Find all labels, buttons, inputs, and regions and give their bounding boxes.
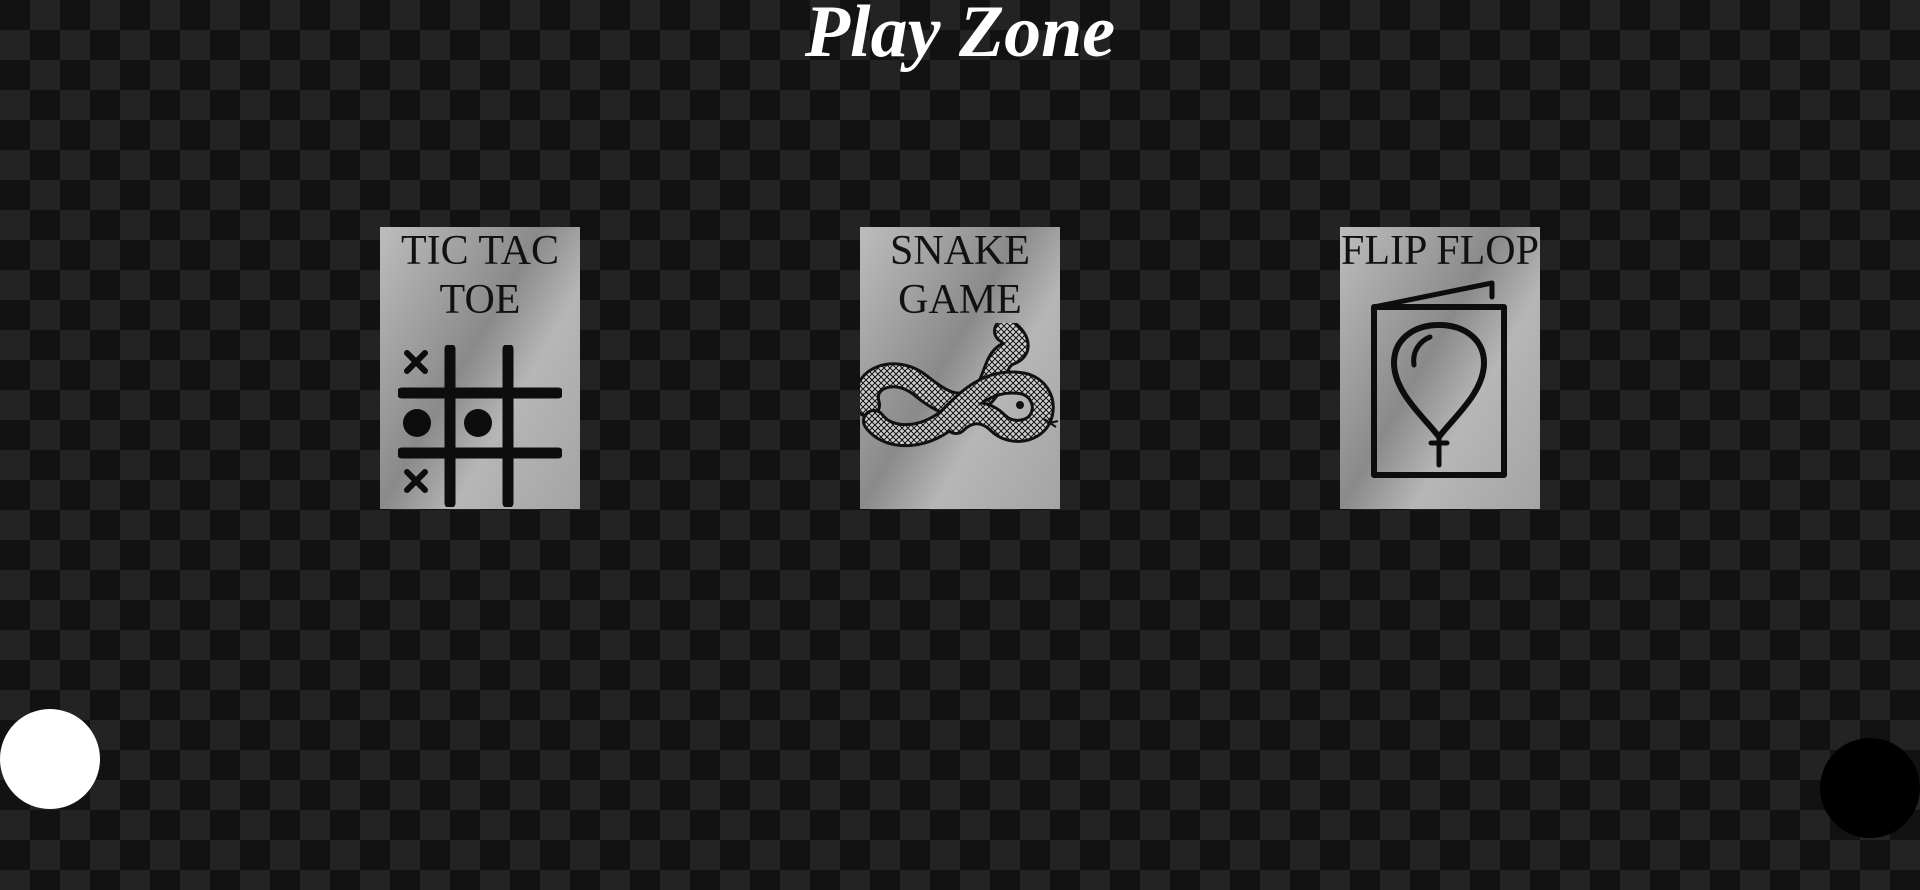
game-card-label: FLIP FLOP — [1340, 227, 1540, 276]
snake-icon — [860, 323, 1059, 448]
game-card-title-line2: GAME — [898, 277, 1022, 323]
tic-tac-toe-board-icon — [398, 345, 562, 507]
balloon-card-icon — [1371, 280, 1507, 478]
game-card-label: SNAKE GAME — [860, 227, 1060, 325]
game-card-tic-tac-toe[interactable]: TIC TAC TOE — [380, 227, 580, 509]
dark-theme-toggle[interactable] — [1820, 738, 1920, 838]
game-card-title-line1: SNAKE — [889, 228, 1030, 274]
game-card-title-line2: TOE — [439, 277, 521, 323]
game-card-snake-game[interactable]: SNAKE GAME — [860, 227, 1060, 509]
game-card-title-line1: TIC TAC — [400, 228, 560, 274]
game-card-flip-flop[interactable]: FLIP FLOP — [1340, 227, 1540, 509]
page-title: Play Zone — [804, 0, 1116, 73]
game-card-title-line1: FLIP FLOP — [1340, 228, 1539, 274]
game-card-label: TIC TAC TOE — [380, 227, 580, 325]
light-theme-toggle[interactable] — [0, 709, 100, 809]
